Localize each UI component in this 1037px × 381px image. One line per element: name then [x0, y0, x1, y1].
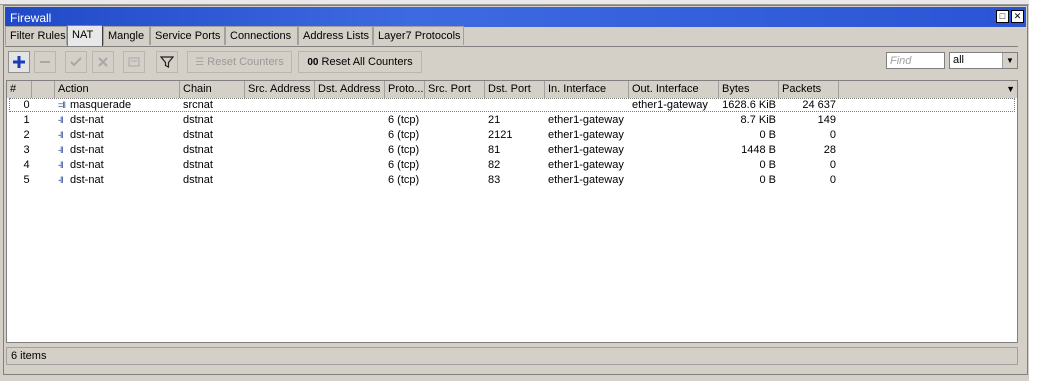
- table-row[interactable]: 1 -‖ dst-nat dstnat 6 (tcp) 21 ether1-gat…: [7, 113, 1017, 128]
- minus-icon: [40, 61, 50, 63]
- col-action[interactable]: Action: [55, 81, 180, 98]
- comment-icon: [128, 57, 140, 67]
- column-menu-icon[interactable]: ▼: [1006, 84, 1015, 94]
- tab-connections[interactable]: Connections: [225, 26, 298, 45]
- find-input[interactable]: [886, 52, 945, 69]
- table-row[interactable]: 5 -‖ dst-nat dstnat 6 (tcp) 83 ether1-gat…: [7, 173, 1017, 188]
- tab-address-lists[interactable]: Address Lists: [298, 26, 373, 45]
- dst-nat-icon: -‖: [58, 145, 64, 155]
- tab-mangle[interactable]: Mangle: [103, 26, 150, 45]
- desktop-background: [1029, 0, 1037, 381]
- col-src-address[interactable]: Src. Address: [245, 81, 315, 98]
- checkmark-icon: [70, 57, 82, 67]
- reset-all-counters-button[interactable]: 00 Reset All Counters: [298, 51, 422, 73]
- x-icon: [98, 57, 108, 67]
- col-src-port[interactable]: Src. Port: [425, 81, 485, 98]
- close-icon[interactable]: ✕: [1011, 10, 1024, 23]
- masquerade-icon: =‖: [58, 100, 66, 110]
- dst-nat-icon: -‖: [58, 160, 64, 170]
- reset-counters-icon: ☰: [195, 57, 205, 68]
- funnel-icon: [159, 56, 175, 68]
- col-out-interface[interactable]: Out. Interface: [629, 81, 719, 98]
- col-dst-port[interactable]: Dst. Port: [485, 81, 545, 98]
- col-in-interface[interactable]: In. Interface: [545, 81, 629, 98]
- add-button[interactable]: [8, 51, 30, 73]
- reset-all-counters-icon: 00: [307, 57, 319, 68]
- maximize-icon[interactable]: □: [996, 10, 1009, 23]
- nat-rules-table: # Action Chain Src. Address Dst. Address…: [6, 80, 1018, 343]
- col-dst-address[interactable]: Dst. Address: [315, 81, 385, 98]
- col-number[interactable]: #: [7, 81, 32, 98]
- col-flags[interactable]: [32, 81, 55, 98]
- dst-nat-icon: -‖: [58, 130, 64, 140]
- table-row[interactable]: 4 -‖ dst-nat dstnat 6 (tcp) 82 ether1-gat…: [7, 158, 1017, 173]
- item-count: 6 items: [11, 350, 47, 362]
- remove-button[interactable]: [34, 51, 56, 73]
- tab-nat[interactable]: NAT: [67, 25, 103, 47]
- filter-button[interactable]: [156, 51, 178, 73]
- table-row[interactable]: 0 =‖ masquerade srcnat ether1-gateway 162…: [7, 98, 1017, 113]
- table-row[interactable]: 3 -‖ dst-nat dstnat 6 (tcp) 81 ether1-gat…: [7, 143, 1017, 158]
- plus-icon: [13, 56, 25, 68]
- status-bar: 6 items: [6, 347, 1018, 365]
- table-header: # Action Chain Src. Address Dst. Address…: [7, 81, 1017, 99]
- disable-button[interactable]: [92, 51, 114, 73]
- window-title: Firewall: [10, 11, 52, 25]
- col-protocol[interactable]: Proto...: [385, 81, 425, 98]
- dst-nat-icon: -‖: [58, 175, 64, 185]
- table-row[interactable]: 2 -‖ dst-nat dstnat 6 (tcp) 2121 ether1-g…: [7, 128, 1017, 143]
- enable-button[interactable]: [65, 51, 87, 73]
- filter-select-value: all: [953, 54, 965, 66]
- col-bytes[interactable]: Bytes: [719, 81, 779, 98]
- title-bar[interactable]: Firewall □ ✕: [5, 7, 1026, 27]
- dst-nat-icon: -‖: [58, 115, 64, 125]
- chevron-down-icon[interactable]: ▼: [1002, 53, 1017, 68]
- tab-service-ports[interactable]: Service Ports: [150, 26, 225, 45]
- comment-button[interactable]: [123, 51, 145, 73]
- reset-counters-button[interactable]: ☰ Reset Counters: [187, 51, 292, 73]
- tab-divider: [5, 46, 1018, 47]
- filter-select[interactable]: all ▼: [949, 52, 1018, 69]
- col-chain[interactable]: Chain: [180, 81, 245, 98]
- col-packets[interactable]: Packets: [779, 81, 839, 98]
- tab-filter-rules[interactable]: Filter Rules: [5, 26, 67, 45]
- tab-layer7-protocols[interactable]: Layer7 Protocols: [373, 26, 464, 45]
- toolbar: ☰ Reset Counters 00 Reset All Counters a…: [6, 51, 1018, 75]
